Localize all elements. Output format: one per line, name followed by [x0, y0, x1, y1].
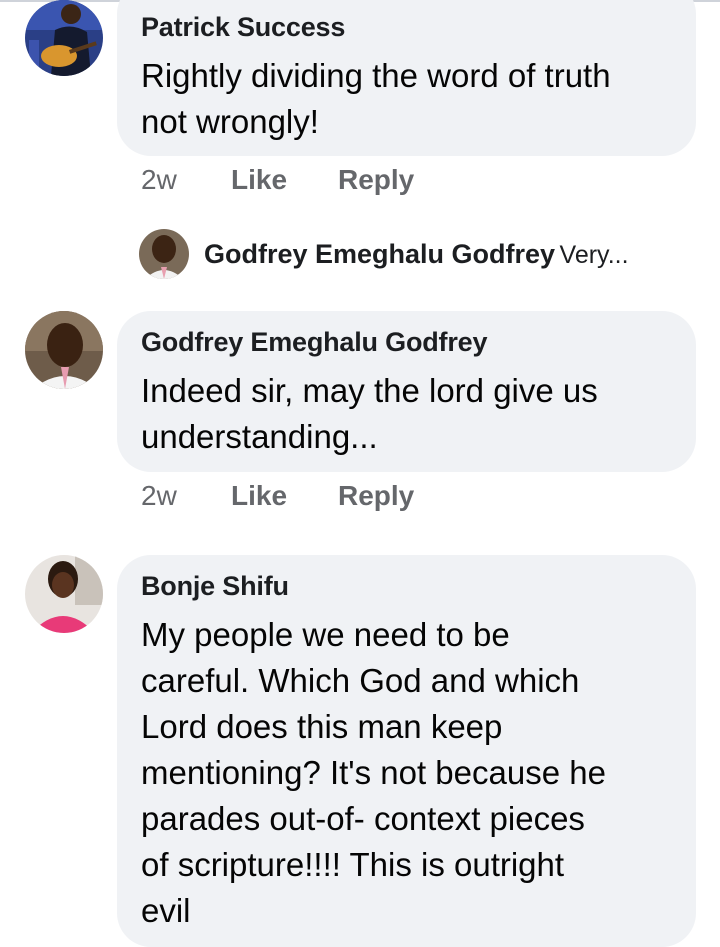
comment-text-line: evil	[141, 892, 191, 929]
reply-preview-snippet: Very...	[559, 241, 629, 269]
comment-text-line: careful. Which God and which	[141, 662, 580, 699]
comment-text-line: of scripture!!!! This is outright	[141, 846, 565, 883]
comment-text-line: Rightly dividing the word of truth	[141, 57, 611, 94]
comments-thread: Patrick Success Rightly dividing the wor…	[0, 0, 720, 947]
comment-text: Rightly dividing the word of truth not w…	[141, 53, 611, 145]
comment-text-line: Indeed sir, may the lord give us	[141, 372, 598, 409]
avatar[interactable]	[25, 311, 103, 389]
avatar[interactable]	[25, 555, 103, 633]
comment-text-line: parades out-of- context pieces	[141, 800, 585, 837]
comment-text-line: understanding...	[141, 418, 378, 455]
comment-text-line: not wrongly!	[141, 103, 319, 140]
comment-timestamp[interactable]: 2w	[141, 164, 177, 196]
comment-text: Indeed sir, may the lord give us underst…	[141, 368, 598, 460]
comment-text: My people we need to be careful. Which G…	[141, 612, 606, 934]
comment-timestamp[interactable]: 2w	[141, 480, 177, 512]
reply-button[interactable]: Reply	[338, 164, 414, 196]
comment-text-line: mentioning? It's not because he	[141, 754, 606, 791]
comment-author[interactable]: Bonje Shifu	[141, 571, 289, 602]
reply-preview[interactable]: Godfrey Emeghalu Godfrey Very...	[204, 239, 629, 270]
comment-author[interactable]: Godfrey Emeghalu Godfrey	[141, 327, 487, 358]
comment-author[interactable]: Patrick Success	[141, 12, 345, 43]
comment-text-line: My people we need to be	[141, 616, 510, 653]
like-button[interactable]: Like	[231, 480, 287, 512]
reply-button[interactable]: Reply	[338, 480, 414, 512]
comment-text-line: Lord does this man keep	[141, 708, 503, 745]
reply-preview-author: Godfrey Emeghalu Godfrey	[204, 239, 556, 269]
like-button[interactable]: Like	[231, 164, 287, 196]
avatar[interactable]	[25, 0, 103, 76]
avatar[interactable]	[139, 229, 189, 279]
